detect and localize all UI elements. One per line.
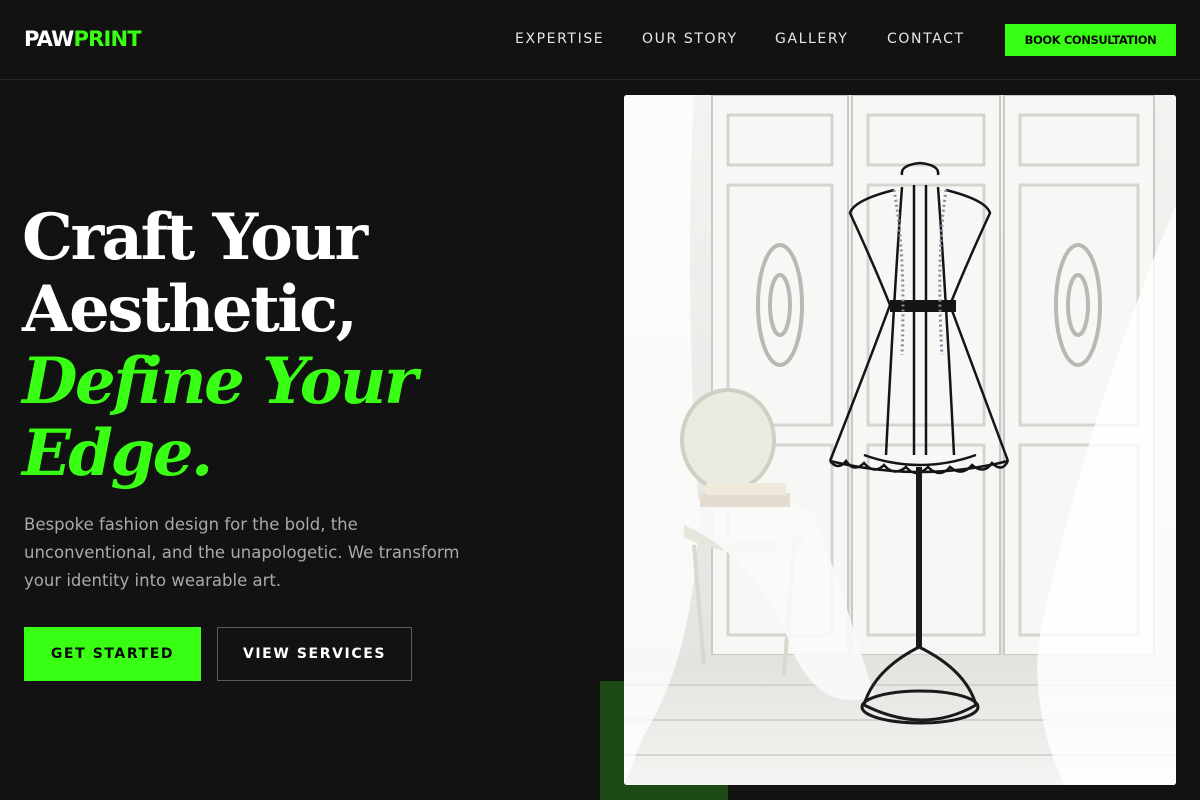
book-consultation-button[interactable]: BOOK CONSULTATION: [1005, 24, 1176, 56]
view-services-button[interactable]: VIEW SERVICES: [217, 627, 412, 681]
nav-link-our-story[interactable]: OUR STORY: [642, 29, 738, 49]
logo-text-paw: PAW: [24, 27, 74, 51]
nav-link-gallery[interactable]: GALLERY: [775, 29, 848, 49]
site-header: PAWPRINT EXPERTISE OUR STORY GALLERY CON…: [0, 0, 1200, 80]
hero-title-line-1: Craft Your: [22, 200, 368, 275]
nav-link-expertise[interactable]: EXPERTISE: [515, 29, 604, 49]
hero-image: [624, 95, 1176, 785]
hero-title-line-4: Edge.: [22, 416, 213, 491]
get-started-button[interactable]: GET STARTED: [24, 627, 201, 681]
hero-description: Bespoke fashion design for the bold, the…: [24, 515, 460, 590]
hero-title-line-2: Aesthetic,: [22, 272, 358, 347]
logo-text-print: PRINT: [73, 27, 142, 51]
dress-form-illustration: [624, 95, 1176, 785]
pawprint-logo[interactable]: PAWPRINT: [24, 26, 142, 52]
nav-link-contact[interactable]: CONTACT: [887, 29, 965, 49]
hero-title: Craft Your Aesthetic, Define Your Edge.: [22, 202, 582, 490]
hero-title-line-3: Define Your: [22, 344, 418, 419]
